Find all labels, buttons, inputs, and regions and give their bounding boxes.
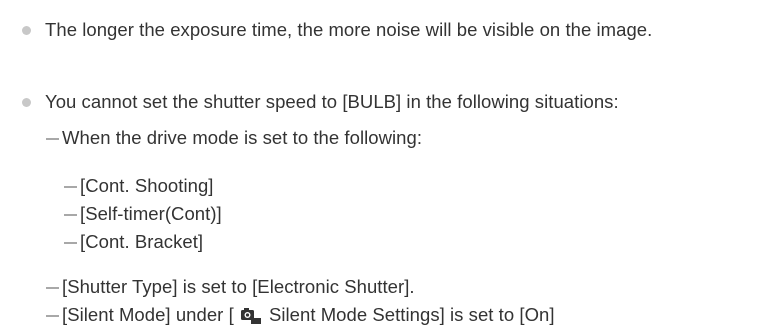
drive-mode-item: [Self-timer(Cont)] <box>80 203 222 224</box>
dash-marker <box>64 186 77 188</box>
silent-mode-prefix: [Silent Mode] under [ <box>62 304 234 325</box>
silent-mode-suffix: Silent Mode Settings] is set to [On] <box>263 304 555 325</box>
dash-marker <box>64 242 77 244</box>
dash-marker <box>46 287 59 289</box>
note-bulb-restrictions: You cannot set the shutter speed to [BUL… <box>45 91 619 112</box>
bullet-dot <box>22 98 31 107</box>
note-exposure-noise: The longer the exposure time, the more n… <box>45 19 653 40</box>
sub-silent-mode: [Silent Mode] under [ Silent Mode Settin… <box>62 303 555 327</box>
dash-marker <box>46 315 59 317</box>
drive-mode-item: [Cont. Shooting] <box>80 175 214 196</box>
camera-silent-mode-icon <box>240 308 261 324</box>
drive-mode-item: [Cont. Bracket] <box>80 231 204 252</box>
sub-drive-mode: When the drive mode is set to the follow… <box>62 127 423 148</box>
dash-marker <box>46 138 59 140</box>
sub-shutter-type: [Shutter Type] is set to [Electronic Shu… <box>62 276 415 297</box>
dash-marker <box>64 214 77 216</box>
bullet-dot <box>22 26 31 35</box>
